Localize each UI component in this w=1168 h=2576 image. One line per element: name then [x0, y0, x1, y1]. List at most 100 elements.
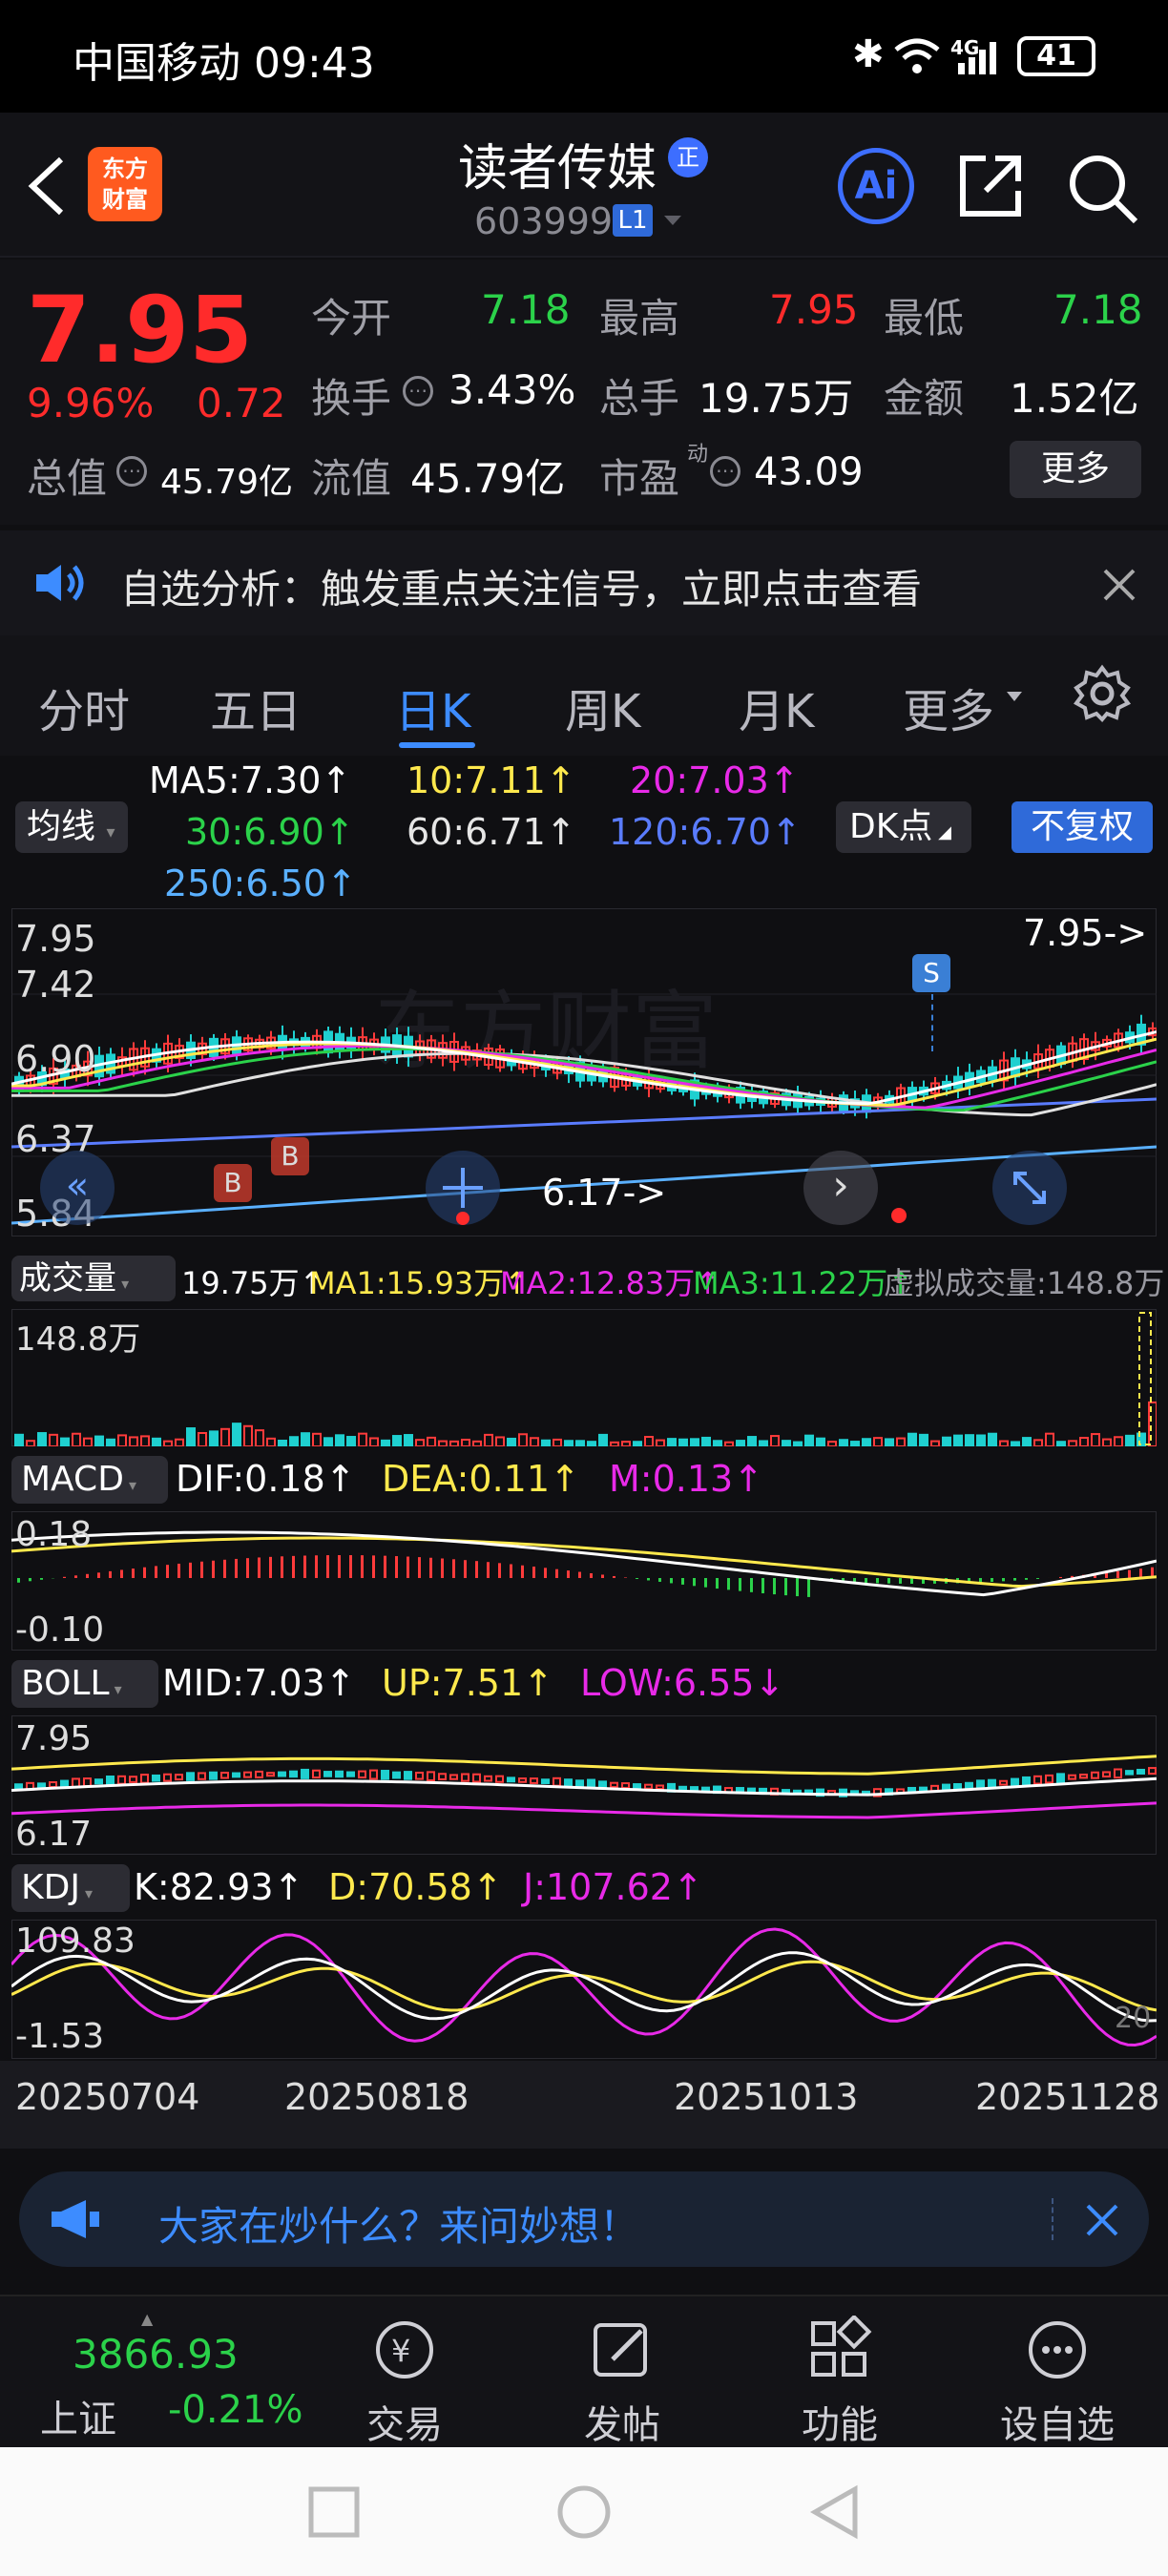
- boll-candle: [965, 1781, 973, 1790]
- volume-bar: [953, 1434, 963, 1446]
- volume-bar: [988, 1432, 997, 1446]
- boll-button[interactable]: BOLL ▾: [11, 1660, 158, 1708]
- index-name[interactable]: 上证: [40, 2388, 116, 2443]
- volume-bar: [83, 1437, 93, 1446]
- nav-trade[interactable]: ¥ 交易: [338, 2316, 471, 2449]
- kdj-button-label: KDJ: [21, 1868, 80, 1907]
- volume-bar: [346, 1436, 356, 1446]
- macd-bar: [784, 1578, 787, 1596]
- macd-button[interactable]: MACD ▾: [11, 1456, 168, 1504]
- date-axis: 20250704 20250818 20251013 20251128: [0, 2061, 1168, 2149]
- volume-bar: [541, 1439, 551, 1446]
- fullscreen-button[interactable]: [992, 1151, 1067, 1225]
- macd-bar: [1002, 1578, 1005, 1582]
- scroll-left-button[interactable]: «: [40, 1151, 115, 1225]
- volume-ma1: MA1:15.93万↑: [309, 1265, 531, 1301]
- more-button[interactable]: 更多: [1010, 441, 1141, 498]
- volume-bar: [472, 1440, 482, 1446]
- dk-button[interactable]: DK点 ◢: [836, 801, 971, 853]
- nav-functions[interactable]: 功能: [773, 2316, 907, 2449]
- adjust-button[interactable]: 不复权: [1012, 801, 1153, 853]
- boll-candle: [541, 1778, 550, 1784]
- boll-candle: [232, 1772, 240, 1778]
- boll-candle: [461, 1773, 469, 1782]
- volume-bar: [930, 1440, 940, 1446]
- carrier-time: 中国移动 09:43: [73, 39, 375, 88]
- info-icon[interactable]: ⋯: [710, 456, 740, 487]
- boll-candle: [1045, 1774, 1053, 1784]
- boll-candle: [301, 1768, 309, 1779]
- recent-apps-icon[interactable]: [307, 2485, 361, 2539]
- boll-candle: [243, 1771, 252, 1778]
- boll-candle: [598, 1780, 607, 1789]
- boll-candle: [346, 1771, 355, 1777]
- kdj-y-bottom: -1.53: [15, 2017, 105, 2056]
- volume-bar: [14, 1433, 24, 1446]
- volume-bar: [175, 1438, 184, 1446]
- notice-bar[interactable]: 自选分析：触发重点关注信号，立即点击查看: [0, 530, 1168, 635]
- kline-chart[interactable]: 东方财富 7.95 7.42 6.90 6.37 5.84 7.95-> 6.1…: [0, 908, 1168, 1238]
- search-icon[interactable]: [1067, 153, 1139, 225]
- macd-bar: [498, 1563, 501, 1578]
- back-nav-icon[interactable]: [807, 2483, 861, 2541]
- volume-bar: [72, 1432, 81, 1446]
- boll-candle: [1068, 1774, 1076, 1780]
- macd-bar: [910, 1578, 913, 1584]
- nav-post[interactable]: 发帖: [555, 2316, 689, 2449]
- nav-add-watchlist[interactable]: 设自选: [991, 2316, 1124, 2449]
- home-icon[interactable]: [555, 2483, 613, 2541]
- volume-bar: [117, 1434, 127, 1446]
- macd-bar: [647, 1578, 650, 1581]
- scroll-right-button[interactable]: ›: [803, 1151, 878, 1225]
- volume-bar: [575, 1440, 585, 1446]
- close-icon[interactable]: [1084, 2202, 1120, 2238]
- macd-bar: [74, 1575, 77, 1578]
- macd-bar: [636, 1578, 638, 1579]
- chevron-down-icon[interactable]: [662, 214, 683, 229]
- volume-bar: [335, 1434, 344, 1446]
- tab-intraday[interactable]: 分时: [38, 674, 130, 740]
- ma-legend: 均线 ▾ MA5:7.30↑ 10:7.11↑ 20:7.03↑ 30:6.90…: [0, 756, 1168, 908]
- tab-more[interactable]: 更多: [903, 674, 994, 740]
- tab-monthly-k[interactable]: 月K: [739, 674, 814, 740]
- tab-daily-k[interactable]: 日K: [395, 674, 470, 740]
- boll-candle: [220, 1772, 229, 1779]
- date-label: 20250818: [284, 2076, 469, 2118]
- volume-bar: [507, 1437, 516, 1446]
- stock-header: 东方 财富 读者传媒 正 603999 L1 Ai: [0, 113, 1168, 258]
- gear-icon[interactable]: [1073, 664, 1132, 723]
- volume-bar: [644, 1436, 654, 1446]
- index-change[interactable]: -0.21%: [168, 2388, 303, 2432]
- sell-marker[interactable]: S: [912, 954, 950, 992]
- current-price: 7.95: [27, 277, 253, 384]
- volume-bar: [701, 1436, 711, 1446]
- volume-button[interactable]: 成交量 ▾: [11, 1256, 176, 1301]
- float-value: 45.79亿: [410, 455, 566, 502]
- app-logo[interactable]: 东方 财富: [88, 147, 162, 221]
- ask-banner[interactable]: 大家在炒什么？来问妙想！: [19, 2171, 1149, 2267]
- macd-bar: [349, 1555, 352, 1578]
- boll-candle: [1114, 1768, 1122, 1779]
- tab-weekly-k[interactable]: 周K: [565, 674, 640, 740]
- index-value[interactable]: 3866.93: [73, 2331, 239, 2378]
- volume-bar: [461, 1438, 470, 1446]
- info-icon[interactable]: ⋯: [116, 456, 147, 487]
- tab-five-day[interactable]: 五日: [210, 674, 302, 740]
- buy-marker[interactable]: B: [271, 1137, 309, 1175]
- kdj-button[interactable]: KDJ ▾: [11, 1864, 130, 1912]
- back-icon[interactable]: [25, 156, 67, 217]
- volume-bar: [369, 1437, 379, 1446]
- battery-icon: 41: [1017, 36, 1095, 76]
- info-icon[interactable]: ⋯: [403, 376, 433, 406]
- macd-bar: [395, 1556, 398, 1578]
- macd-bar: [281, 1556, 283, 1578]
- buy-marker[interactable]: B: [214, 1164, 252, 1202]
- volume-ma3: MA3:11.22万↑: [693, 1265, 914, 1301]
- macd-bar: [876, 1578, 879, 1584]
- ma-button[interactable]: 均线 ▾: [15, 801, 128, 853]
- volume-bar: [965, 1434, 974, 1446]
- ai-button[interactable]: Ai: [838, 148, 914, 224]
- share-icon[interactable]: [957, 153, 1026, 219]
- macd-bar: [361, 1555, 364, 1578]
- close-icon[interactable]: [1101, 567, 1137, 603]
